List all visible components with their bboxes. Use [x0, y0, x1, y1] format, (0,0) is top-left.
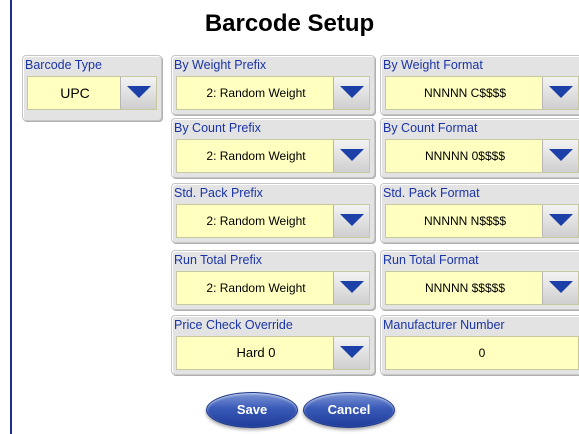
run-total-prefix-dropdown-button[interactable] [333, 272, 369, 304]
run-total-format-label: Run Total Format [383, 253, 479, 267]
barcode-type-label: Barcode Type [25, 58, 102, 72]
by-count-prefix-select[interactable]: 2: Random Weight [176, 139, 370, 173]
barcode-type-value: UPC [60, 85, 90, 101]
by-weight-format-panel: By Weight Format NNNNN C$$$$ [380, 55, 579, 115]
std-pack-format-panel: Std. Pack Format NNNNN N$$$$ [380, 183, 579, 243]
by-count-format-dropdown-button[interactable] [542, 140, 578, 172]
by-count-prefix-dropdown-button[interactable] [333, 140, 369, 172]
run-total-prefix-select[interactable]: 2: Random Weight [176, 271, 370, 305]
by-weight-prefix-select[interactable]: 2: Random Weight [176, 76, 370, 110]
save-button[interactable]: Save [206, 392, 298, 428]
price-check-override-value: Hard 0 [236, 345, 276, 360]
by-count-format-label: By Count Format [383, 121, 478, 135]
manufacturer-number-value: 0 [478, 346, 486, 360]
by-count-format-value: NNNNN 0$$$$ [424, 149, 506, 163]
std-pack-prefix-panel: Std. Pack Prefix 2: Random Weight [171, 183, 375, 243]
std-pack-prefix-value: 2: Random Weight [206, 214, 306, 228]
std-pack-format-select[interactable]: NNNNN N$$$$ [385, 204, 579, 238]
by-count-prefix-value: 2: Random Weight [206, 149, 306, 163]
chevron-down-icon [340, 281, 364, 293]
manufacturer-number-input[interactable]: 0 [385, 336, 579, 370]
std-pack-format-value: NNNNN N$$$$ [423, 214, 507, 228]
by-weight-format-value: NNNNN C$$$$ [423, 86, 507, 100]
run-total-prefix-panel: Run Total Prefix 2: Random Weight [171, 250, 375, 310]
by-count-format-select[interactable]: NNNNN 0$$$$ [385, 139, 579, 173]
price-check-override-label: Price Check Override [174, 318, 293, 332]
std-pack-prefix-label: Std. Pack Prefix [174, 186, 263, 200]
chevron-down-icon [340, 346, 364, 358]
run-total-format-select[interactable]: NNNNN $$$$$ [385, 271, 579, 305]
by-weight-prefix-panel: By Weight Prefix 2: Random Weight [171, 55, 375, 115]
manufacturer-number-panel: Manufacturer Number 0 [380, 315, 579, 375]
run-total-prefix-label: Run Total Prefix [174, 253, 263, 267]
chevron-down-icon [340, 214, 364, 226]
page-title: Barcode Setup [204, 10, 375, 37]
manufacturer-number-label: Manufacturer Number [383, 318, 505, 332]
by-count-prefix-label: By Count Prefix [174, 121, 261, 135]
std-pack-format-label: Std. Pack Format [383, 186, 480, 200]
std-pack-format-dropdown-button[interactable] [542, 205, 578, 237]
by-weight-prefix-label: By Weight Prefix [174, 58, 267, 72]
by-count-format-panel: By Count Format NNNNN 0$$$$ [380, 118, 579, 178]
price-check-override-select[interactable]: Hard 0 [176, 336, 370, 370]
by-weight-prefix-value: 2: Random Weight [206, 86, 306, 100]
run-total-format-dropdown-button[interactable] [542, 272, 578, 304]
barcode-type-dropdown-button[interactable] [120, 77, 156, 109]
chevron-down-icon [549, 86, 573, 98]
by-weight-format-dropdown-button[interactable] [542, 77, 578, 109]
std-pack-prefix-dropdown-button[interactable] [333, 205, 369, 237]
barcode-type-select[interactable]: UPC [27, 76, 157, 110]
chevron-down-icon [549, 149, 573, 161]
chevron-down-icon [340, 149, 364, 161]
by-weight-format-select[interactable]: NNNNN C$$$$ [385, 76, 579, 110]
by-weight-format-label: By Weight Format [383, 58, 483, 72]
chevron-down-icon [549, 214, 573, 226]
std-pack-prefix-select[interactable]: 2: Random Weight [176, 204, 370, 238]
run-total-format-value: NNNNN $$$$$ [424, 281, 506, 295]
by-count-prefix-panel: By Count Prefix 2: Random Weight [171, 118, 375, 178]
run-total-format-panel: Run Total Format NNNNN $$$$$ [380, 250, 579, 310]
cancel-button[interactable]: Cancel [303, 392, 395, 428]
barcode-type-panel: Barcode Type UPC [22, 55, 162, 121]
chevron-down-icon [340, 86, 364, 98]
run-total-prefix-value: 2: Random Weight [206, 281, 306, 295]
chevron-down-icon [549, 281, 573, 293]
by-weight-prefix-dropdown-button[interactable] [333, 77, 369, 109]
price-check-override-panel: Price Check Override Hard 0 [171, 315, 375, 375]
price-check-override-dropdown-button[interactable] [333, 337, 369, 369]
chevron-down-icon [127, 86, 151, 98]
